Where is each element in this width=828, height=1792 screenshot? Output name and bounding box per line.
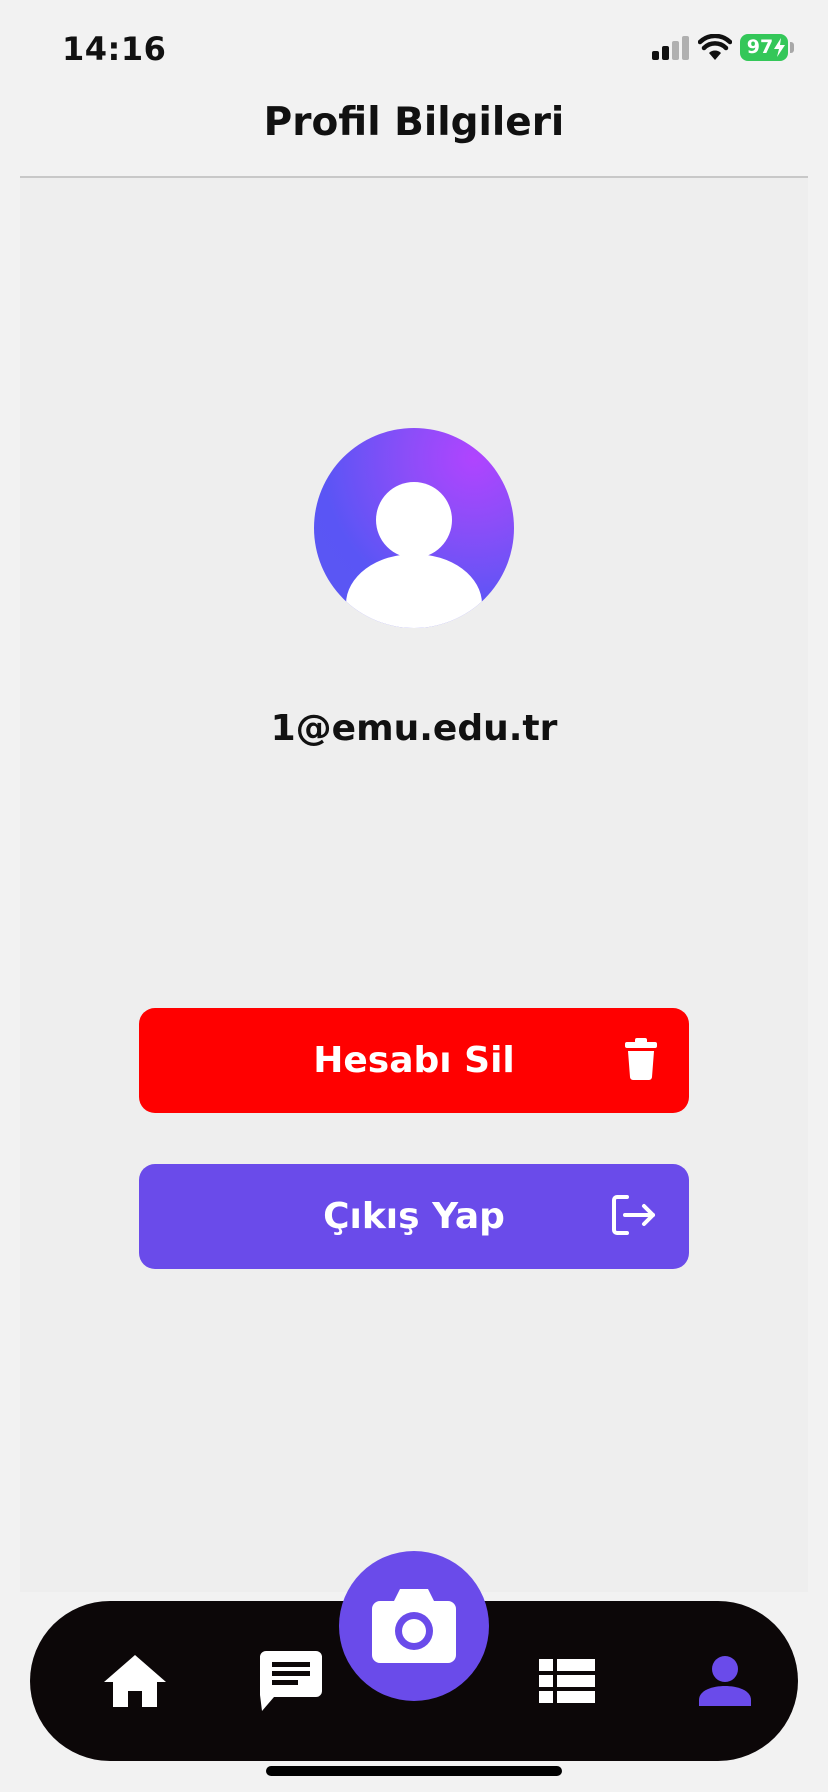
nav-item-messages[interactable] xyxy=(236,1601,346,1761)
charging-bolt-icon xyxy=(774,38,785,57)
logout-icon xyxy=(612,1195,655,1235)
nav-item-profile[interactable] xyxy=(670,1601,780,1761)
battery-cap xyxy=(790,42,794,53)
avatar xyxy=(314,428,514,628)
nav-item-list[interactable] xyxy=(512,1601,622,1761)
user-email: 1@emu.edu.tr xyxy=(270,708,558,749)
home-icon xyxy=(104,1655,166,1707)
chat-icon xyxy=(260,1651,322,1711)
logout-label: Çıkış Yap xyxy=(323,1196,505,1237)
wifi-icon xyxy=(698,34,732,60)
person-icon xyxy=(699,1656,751,1706)
nav-item-home[interactable] xyxy=(80,1601,190,1761)
status-time: 14:16 xyxy=(62,30,167,68)
delete-account-label: Hesabı Sil xyxy=(313,1040,515,1081)
delete-account-button[interactable]: Hesabı Sil xyxy=(139,1008,689,1113)
list-icon xyxy=(539,1659,595,1703)
camera-icon xyxy=(372,1589,456,1663)
logout-button[interactable]: Çıkış Yap xyxy=(139,1164,689,1269)
person-icon xyxy=(346,482,482,628)
home-indicator xyxy=(266,1766,562,1776)
status-bar: 14:16 97 xyxy=(0,0,828,100)
profile-content-panel xyxy=(20,178,808,1592)
battery-indicator: 97 xyxy=(740,34,788,61)
trash-icon xyxy=(625,1038,657,1080)
camera-button[interactable] xyxy=(339,1551,489,1701)
signal-icon xyxy=(652,36,689,60)
page-title: Profil Bilgileri xyxy=(263,100,565,145)
